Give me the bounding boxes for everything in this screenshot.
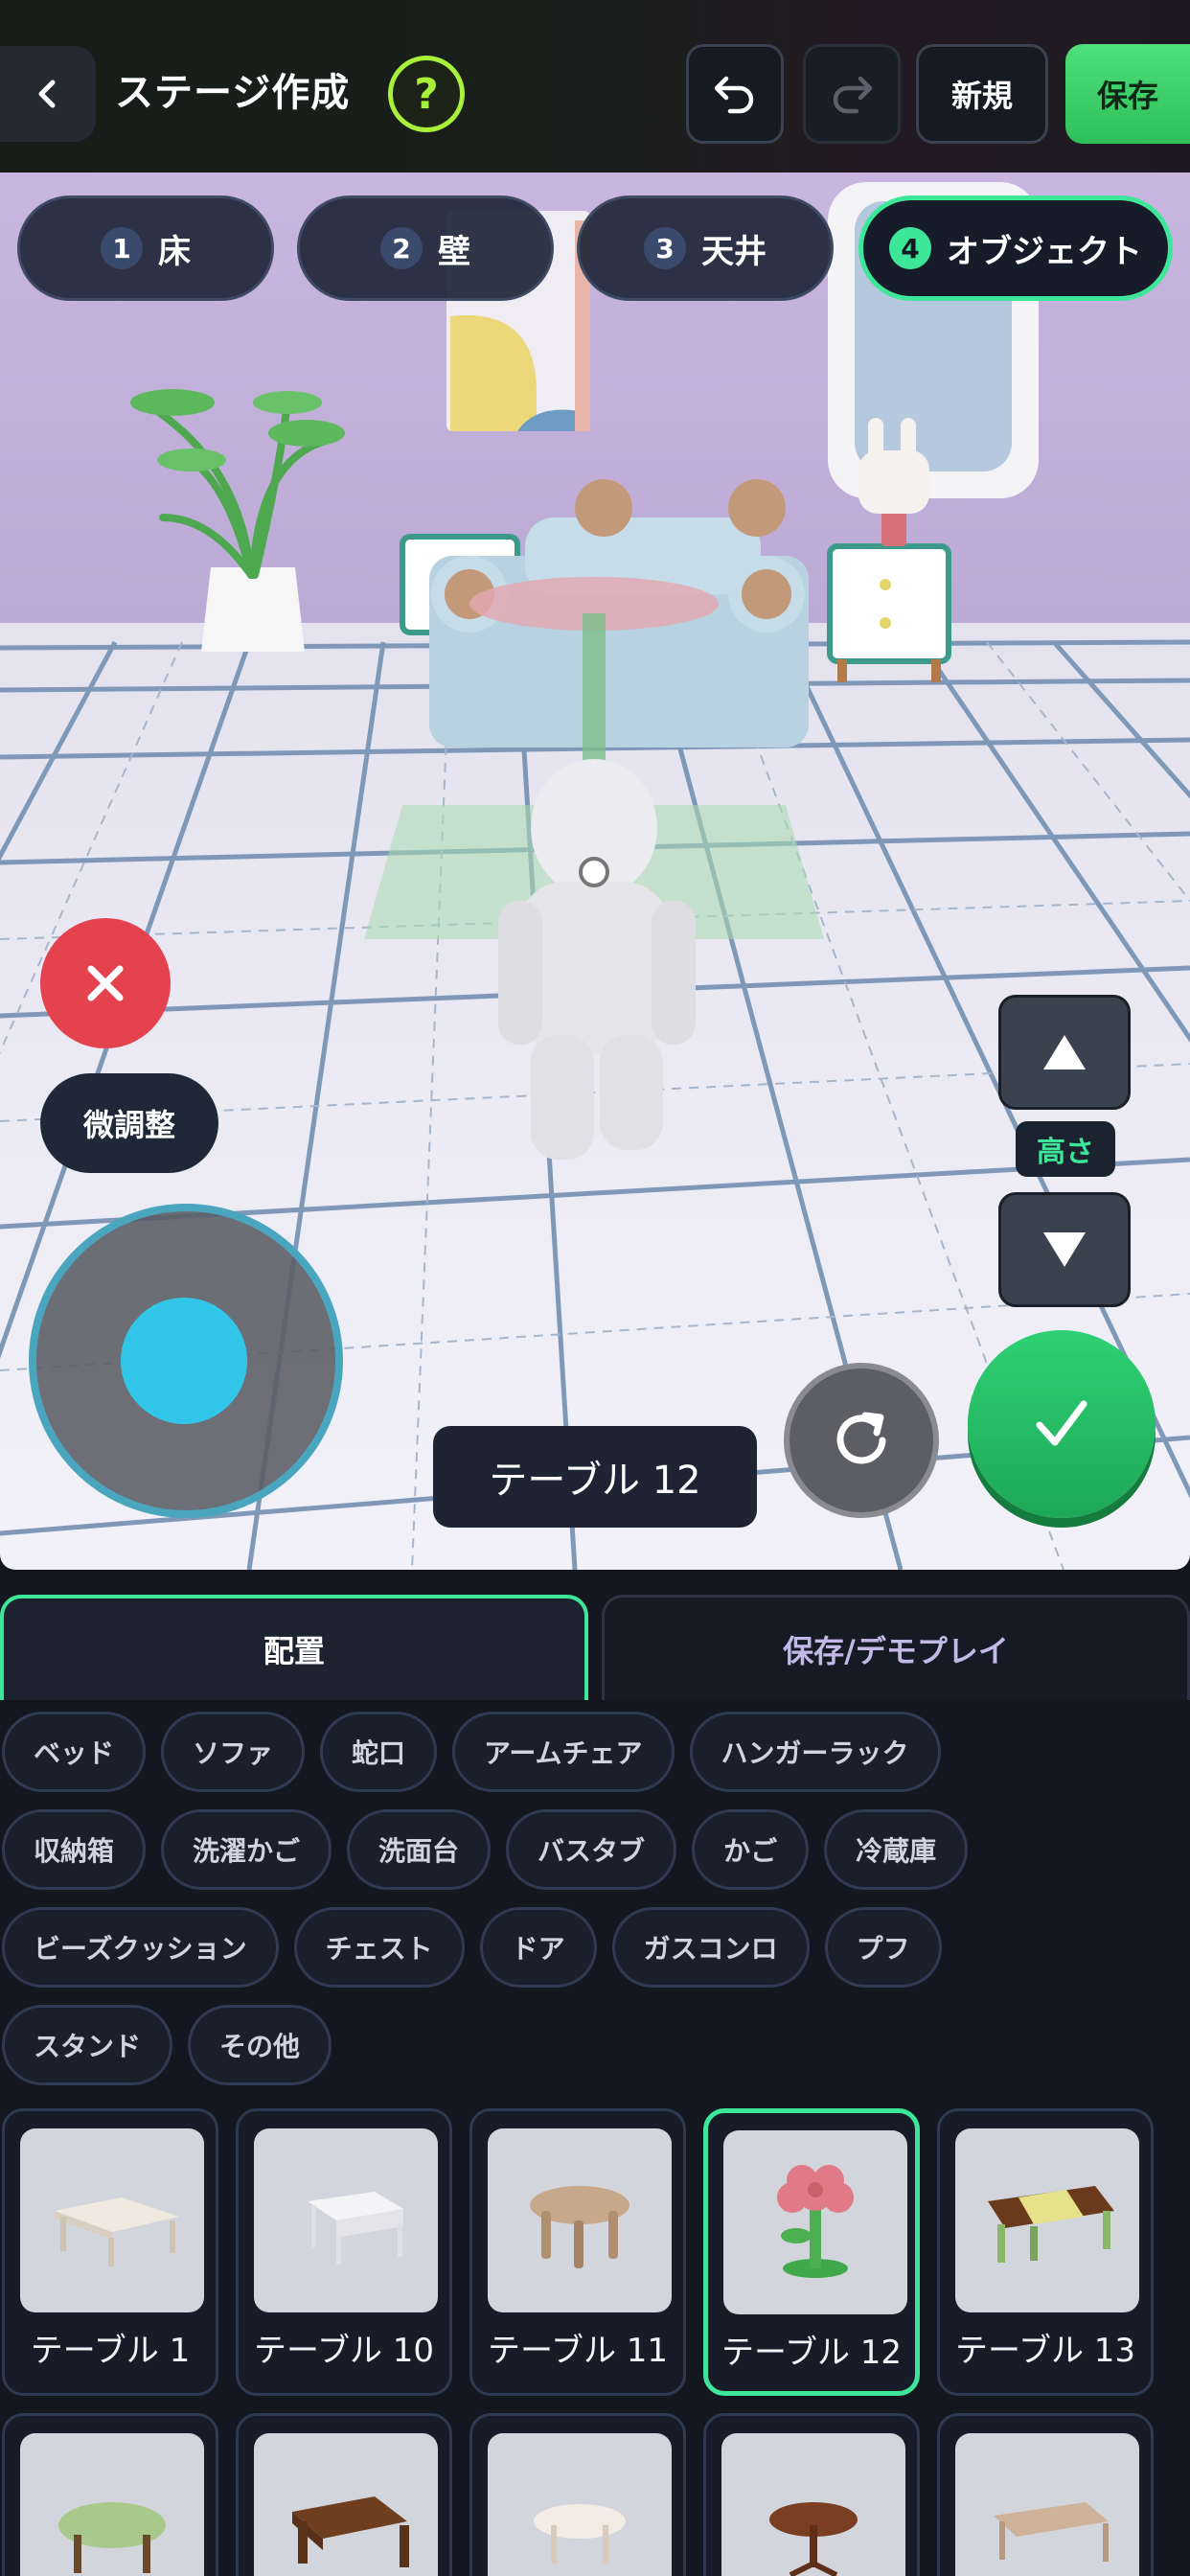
category-chip[interactable]: その他 bbox=[188, 2005, 332, 2085]
object-panel: 配置 保存/デモプレイ ベッド ソファ 蛇口 アームチェア ハンガーラック 収納… bbox=[0, 1570, 1190, 2576]
category-chip[interactable]: 蛇口 bbox=[320, 1712, 438, 1792]
dark-round-table-thumbnail-icon bbox=[769, 2502, 858, 2576]
item-thumbnail bbox=[488, 2433, 672, 2576]
tab-ceiling[interactable]: 3 天井 bbox=[577, 196, 834, 301]
save-button[interactable]: 保存 bbox=[1065, 44, 1190, 144]
item-thumbnail bbox=[955, 2433, 1139, 2576]
triangle-up-icon bbox=[1043, 1035, 1086, 1070]
item-name: テーブル 1 bbox=[30, 2332, 191, 2370]
item-thumbnail bbox=[721, 2433, 905, 2576]
item-thumbnail bbox=[20, 2433, 204, 2576]
item-name: テーブル 13 bbox=[954, 2332, 1136, 2370]
confirm-button[interactable] bbox=[968, 1330, 1156, 1518]
item-name: テーブル 12 bbox=[721, 2334, 903, 2372]
tab-placement[interactable]: 配置 bbox=[0, 1595, 588, 1700]
help-button[interactable]: ? bbox=[388, 56, 465, 132]
top-bar: ステージ作成 ? 新規 保存 bbox=[0, 0, 1190, 172]
redo-button[interactable] bbox=[803, 44, 901, 144]
chevron-left-icon bbox=[38, 80, 56, 108]
item-card[interactable]: テーブル 1 bbox=[2, 2108, 218, 2396]
item-card[interactable]: テーブル 10 bbox=[236, 2108, 452, 2396]
item-card[interactable]: テーブル 11 bbox=[469, 2108, 686, 2396]
category-chip[interactable]: かご bbox=[692, 1809, 810, 1890]
item-thumbnail bbox=[955, 2128, 1139, 2312]
item-card[interactable] bbox=[469, 2413, 686, 2576]
category-chip[interactable]: 洗濯かご bbox=[161, 1809, 332, 1890]
item-thumbnail bbox=[254, 2128, 438, 2312]
step-label: 天井 bbox=[701, 232, 767, 271]
white-table-thumbnail-icon bbox=[534, 2504, 626, 2564]
page-title: ステージ作成 bbox=[115, 71, 351, 115]
triangle-down-icon bbox=[1043, 1232, 1086, 1267]
cancel-button[interactable] bbox=[40, 918, 171, 1048]
flower-table-thumbnail-icon bbox=[777, 2165, 854, 2278]
undo-icon bbox=[714, 76, 754, 114]
undo-button[interactable] bbox=[686, 44, 784, 144]
height-up-button[interactable] bbox=[998, 995, 1131, 1110]
item-card[interactable] bbox=[937, 2413, 1154, 2576]
item-thumbnail bbox=[254, 2433, 438, 2576]
category-chip[interactable]: ハンガーラック bbox=[689, 1712, 941, 1792]
item-name: テーブル 10 bbox=[253, 2332, 435, 2370]
category-chip[interactable]: スタンド bbox=[2, 2005, 173, 2085]
category-chip[interactable]: ドア bbox=[479, 1907, 597, 1988]
step-label: 壁 bbox=[438, 232, 470, 271]
tab-floor[interactable]: 1 床 bbox=[17, 196, 274, 301]
step-number: 2 bbox=[380, 227, 423, 269]
step-number: 1 bbox=[101, 227, 143, 269]
joystick-knob[interactable] bbox=[121, 1298, 247, 1424]
rotate-button[interactable] bbox=[784, 1363, 939, 1518]
step-number: 3 bbox=[644, 227, 686, 269]
wooden-table-thumbnail-icon bbox=[292, 2496, 409, 2567]
category-chip[interactable]: ソファ bbox=[161, 1712, 306, 1792]
item-thumbnail bbox=[723, 2130, 907, 2314]
movement-joystick[interactable] bbox=[29, 1204, 343, 1518]
category-chip[interactable]: バスタブ bbox=[506, 1809, 677, 1890]
back-button[interactable] bbox=[0, 46, 96, 142]
redo-icon bbox=[833, 76, 873, 114]
item-card[interactable] bbox=[236, 2413, 452, 2576]
item-card-selected[interactable]: テーブル 12 bbox=[703, 2108, 920, 2396]
round-table-thumbnail-icon bbox=[530, 2186, 629, 2268]
category-chip[interactable]: プフ bbox=[824, 1907, 942, 1988]
striped-table-thumbnail-icon bbox=[988, 2186, 1114, 2263]
close-icon bbox=[87, 965, 124, 1001]
item-thumbnail bbox=[488, 2128, 672, 2312]
item-card[interactable] bbox=[2, 2413, 218, 2576]
rotate-icon bbox=[836, 1412, 886, 1464]
fine-tune-button[interactable]: 微調整 bbox=[40, 1073, 218, 1173]
item-card[interactable] bbox=[703, 2413, 920, 2576]
height-down-button[interactable] bbox=[998, 1192, 1131, 1307]
category-chip[interactable]: ガスコンロ bbox=[611, 1907, 810, 1988]
green-table-thumbnail-icon bbox=[58, 2502, 166, 2573]
step-number: 4 bbox=[889, 227, 931, 269]
category-chip[interactable]: 冷蔵庫 bbox=[824, 1809, 969, 1890]
selected-object-name: テーブル 12 bbox=[433, 1426, 757, 1528]
category-chip[interactable]: ビーズクッション bbox=[2, 1907, 279, 1988]
stage-viewport[interactable]: 1 床 2 壁 3 天井 4 オブジェクト 微調整 高さ テーブル 12 bbox=[0, 172, 1190, 1570]
new-button[interactable]: 新規 bbox=[916, 44, 1048, 144]
step-label: 床 bbox=[158, 232, 191, 271]
category-chip[interactable]: 収納箱 bbox=[2, 1809, 147, 1890]
category-chip[interactable]: 洗面台 bbox=[347, 1809, 492, 1890]
category-chips: ベッド ソファ 蛇口 アームチェア ハンガーラック 収納箱 洗濯かご 洗面台 バ… bbox=[0, 1712, 1190, 2103]
item-name: テーブル 11 bbox=[487, 2332, 669, 2370]
beige-table-thumbnail-icon bbox=[994, 2502, 1109, 2562]
desk-thumbnail-icon bbox=[308, 2192, 403, 2265]
step-label: オブジェクト bbox=[947, 232, 1142, 271]
category-chip[interactable]: チェスト bbox=[293, 1907, 465, 1988]
height-label: 高さ bbox=[1016, 1121, 1115, 1177]
table-thumbnail-icon bbox=[55, 2197, 179, 2266]
item-thumbnail bbox=[20, 2128, 204, 2312]
item-card[interactable]: テーブル 13 bbox=[937, 2108, 1154, 2396]
category-chip[interactable]: アームチェア bbox=[452, 1712, 675, 1792]
tab-save-demo[interactable]: 保存/デモプレイ bbox=[602, 1595, 1190, 1700]
tab-wall[interactable]: 2 壁 bbox=[297, 196, 554, 301]
tab-object[interactable]: 4 オブジェクト bbox=[858, 196, 1173, 301]
checkmark-icon bbox=[1036, 1400, 1087, 1446]
category-chip[interactable]: ベッド bbox=[2, 1712, 147, 1792]
